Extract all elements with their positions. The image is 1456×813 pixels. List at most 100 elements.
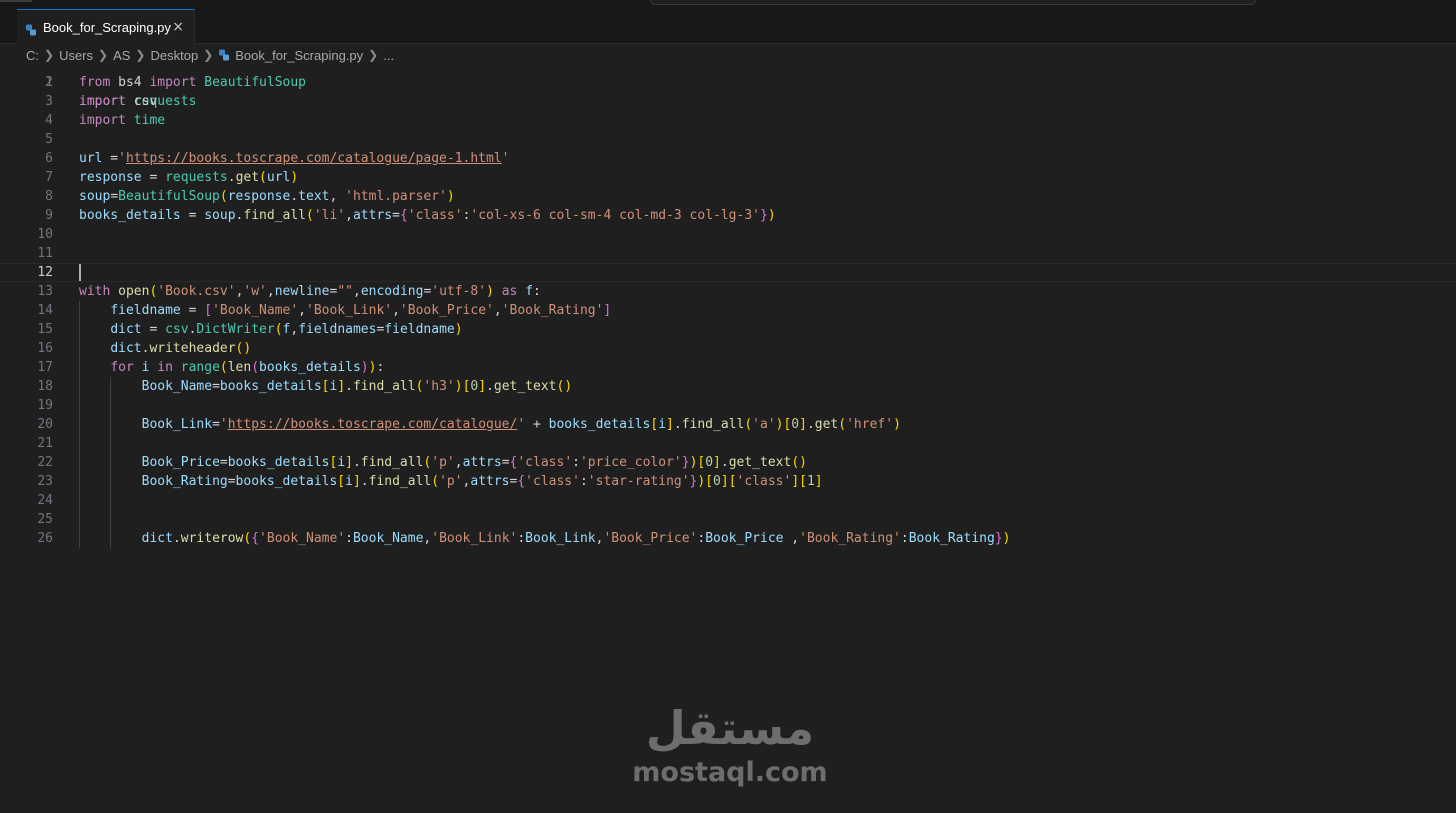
code-token: 'li' [313,208,346,223]
command-center-search[interactable] [650,0,1256,5]
code-line[interactable]: 20 Book_Link='https://books.toscrape.com… [0,415,1456,434]
code-line[interactable]: 3 import csv [0,92,1456,111]
code-line[interactable]: 18 Book_Name=books_details[i].find_all('… [0,377,1456,396]
code-token: ) [893,417,901,432]
code-token: 'Book_Rating' [501,303,604,318]
code-token: dict [141,531,173,546]
code-text: with open('Book.csv','w',newline="",enco… [79,282,541,301]
code-line[interactable]: 16 dict.writeheader() [0,339,1456,358]
code-line[interactable]: 8 soup=BeautifulSoup(response.text, 'html… [0,187,1456,206]
breadcrumb-drive[interactable]: C: [26,48,39,63]
code-token: as [501,284,518,299]
code-line[interactable]: 22 Book_Price=books_details[i].find_all(… [0,453,1456,472]
watermark-arabic: مستقل [645,701,815,755]
code-token: . [290,189,299,204]
code-line[interactable]: 10 [0,225,1456,244]
breadcrumb-symbols[interactable]: ... [383,48,394,63]
code-line[interactable]: 11 [0,244,1456,263]
code-token: find_all [243,208,306,223]
code-line[interactable]: 15 dict = csv.DictWriter(f,fieldnames=fi… [0,320,1456,339]
code-token: newline [274,284,330,299]
code-line[interactable]: 25 [0,510,1456,529]
code-line[interactable]: 26 dict.writerow({'Book_Name':Book_Name,… [0,529,1456,548]
code-token: for [110,360,134,375]
code-line[interactable]: 21 [0,434,1456,453]
code-token: 'col-xs-6 col-sm-4 col-md-3 col-lg-3' [470,208,760,223]
code-token: get_text [493,379,557,394]
code-token: 'h3' [423,379,455,394]
line-number: 19 [37,398,53,413]
code-token: soup [79,189,111,204]
code-token: ' [118,151,126,166]
line-number: 23 [37,474,53,489]
code-token: response [227,189,291,204]
line-number: 17 [37,360,53,375]
close-icon[interactable]: × [172,19,184,35]
code-token: ( [274,322,283,337]
code-token: : [345,531,353,546]
code-line[interactable]: 7 response = requests.get(url) [0,168,1456,187]
code-token: ' [517,417,526,432]
code-token: books_details [219,379,322,394]
code-token: ] [603,303,612,318]
code-token: Book_Link [525,531,596,546]
code-line[interactable]: 14 fieldname = ['Book_Name','Book_Link',… [0,301,1456,320]
breadcrumb-desktop[interactable]: Desktop [150,48,198,63]
code-token: 'class' [517,455,573,470]
python-file-icon [25,21,37,36]
breadcrumb-file[interactable]: Book_for_Scraping.py [235,48,363,63]
line-number: 5 [45,132,53,147]
breadcrumb-as[interactable]: AS [113,48,130,63]
code-token: import [79,94,126,109]
code-line[interactable]: 24 [0,491,1456,510]
code-text: Book_Link='https://books.toscrape.com/ca… [79,415,901,434]
code-token: 'html.parser' [345,189,447,204]
code-text: for i in range(len(books_details)): [79,358,384,377]
code-token: () [791,455,807,470]
code-token: 'p' [439,474,463,489]
code-token: ] [720,474,729,489]
line-number: 22 [37,455,53,470]
code-token: 0 [713,474,721,489]
code-token: ( [744,417,753,432]
code-token: = [110,189,119,204]
code-token: ] [799,417,807,432]
indent-guide [110,377,112,548]
code-line[interactable]: 2 from bs4 import BeautifulSoup [0,73,1456,92]
code-text: dict.writerow({'Book_Name':Book_Name,'Bo… [79,529,1011,548]
breadcrumb-users[interactable]: Users [59,48,93,63]
code-token: = [180,303,205,318]
code-token: 0 [791,417,800,432]
code-token: import [79,113,126,128]
chevron-right-icon: ❯ [203,48,214,62]
code-line[interactable]: 19 [0,396,1456,415]
line-number: 20 [37,417,53,432]
tab-book-for-scraping[interactable]: Book_for_Scraping.py × [17,9,195,44]
code-token: 1 [806,474,815,489]
code-line[interactable]: 4 import time [0,111,1456,130]
code-token: , [493,303,502,318]
code-token: 'price_color' [579,455,682,470]
code-line[interactable]: 6 url ='https://books.toscrape.com/catalo… [0,149,1456,168]
line-number: 7 [45,170,53,185]
code-token: Book_Rating [141,474,228,489]
code-token: books_details [548,417,651,432]
code-token: 'href' [846,417,894,432]
code-token: 'class' [525,474,580,489]
code-token: = [141,170,166,185]
code-token: csv [125,94,158,109]
code-token: from [79,75,111,90]
code-token: , [392,303,400,318]
code-token: books_details [259,360,361,375]
code-token: : [517,531,526,546]
code-token: csv [165,322,189,337]
code-line[interactable]: 12 [0,263,1456,282]
code-line[interactable]: 13 with open('Book.csv','w',newline="",en… [0,282,1456,301]
code-line[interactable]: 23 Book_Rating=books_details[i].find_all… [0,472,1456,491]
code-line[interactable]: 5 [0,130,1456,149]
code-line[interactable]: 17 for i in range(len(books_details)): [0,358,1456,377]
code-line[interactable]: 9 books_details = soup.find_all('li',attr… [0,206,1456,225]
code-token: { [517,474,526,489]
code-token: . [227,170,236,185]
